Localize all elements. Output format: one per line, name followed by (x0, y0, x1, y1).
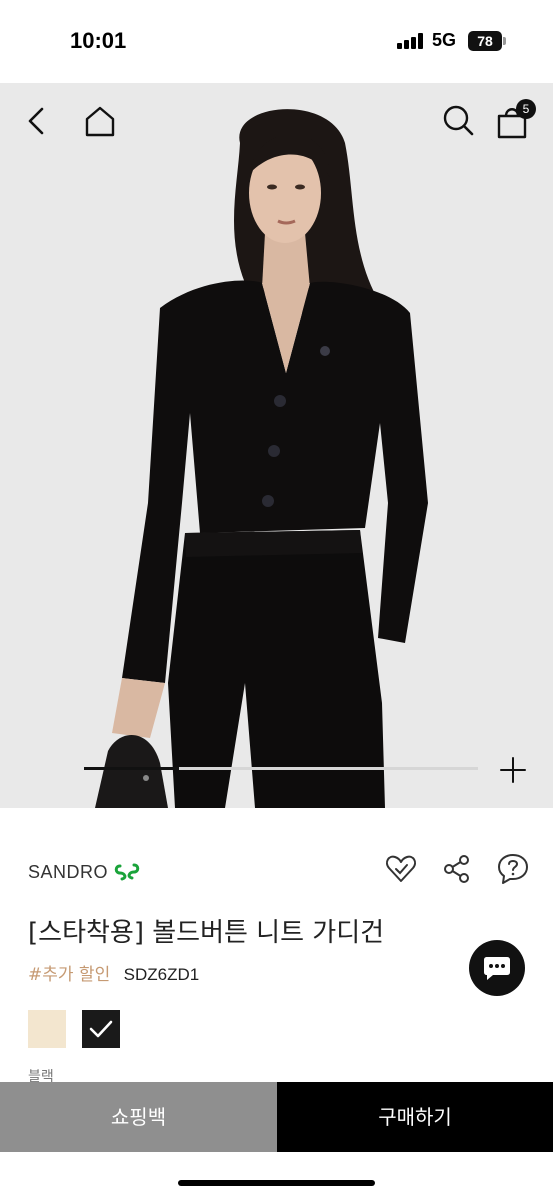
search-icon (443, 105, 474, 136)
chevron-left-icon (28, 107, 44, 135)
buy-now-button[interactable]: 구매하기 (277, 1082, 553, 1152)
network-label: 5G (432, 30, 457, 50)
qna-button[interactable] (496, 852, 530, 886)
home-indicator-zone (0, 1152, 553, 1200)
product-code: SDZ6ZD1 (123, 965, 200, 984)
gallery-progress-fill (84, 767, 179, 770)
checkmark-icon (89, 1020, 113, 1038)
cart-count-badge: 5 (516, 99, 536, 119)
zoom-button[interactable] (498, 755, 528, 785)
share-button[interactable] (440, 852, 474, 886)
battery-icon: 78 (468, 31, 502, 51)
color-swatch-ivory[interactable] (28, 1010, 66, 1048)
add-to-bag-button[interactable]: 쇼핑백 (0, 1082, 277, 1152)
signal-icon (397, 33, 425, 49)
status-bar: 10:01 5G 78 (0, 0, 553, 83)
chat-button[interactable] (469, 940, 525, 996)
status-time: 10:01 (70, 28, 127, 53)
back-button[interactable] (22, 103, 52, 139)
brand-row[interactable]: SANDRO (28, 857, 140, 887)
brand-logo-icon (114, 863, 140, 881)
cart-button[interactable]: 5 (494, 99, 536, 139)
search-button[interactable] (440, 101, 476, 139)
brand-name[interactable]: SANDRO (28, 862, 108, 883)
color-swatch-black[interactable] (82, 1010, 120, 1048)
home-indicator[interactable] (178, 1180, 375, 1186)
wishlist-button[interactable] (384, 852, 418, 886)
heart-icon (385, 855, 417, 882)
product-image-gallery[interactable]: 5 (0, 83, 553, 808)
battery-tip (503, 37, 506, 45)
gallery-progress-bar (84, 767, 478, 770)
product-photo (0, 83, 553, 808)
product-title: [스타착용] 볼드버튼 니트 가디건 (28, 918, 385, 948)
plus-icon (500, 757, 526, 783)
promo-tag[interactable]: #추가 할인 (28, 965, 110, 985)
question-bubble-icon (498, 854, 528, 884)
home-button[interactable] (82, 103, 118, 139)
promo-row: #추가 할인 SDZ6ZD1 (28, 960, 199, 985)
chat-icon (484, 957, 510, 980)
home-icon (85, 106, 115, 137)
bottom-action-bar: 쇼핑백 구매하기 (0, 1082, 553, 1152)
share-icon (444, 855, 469, 883)
